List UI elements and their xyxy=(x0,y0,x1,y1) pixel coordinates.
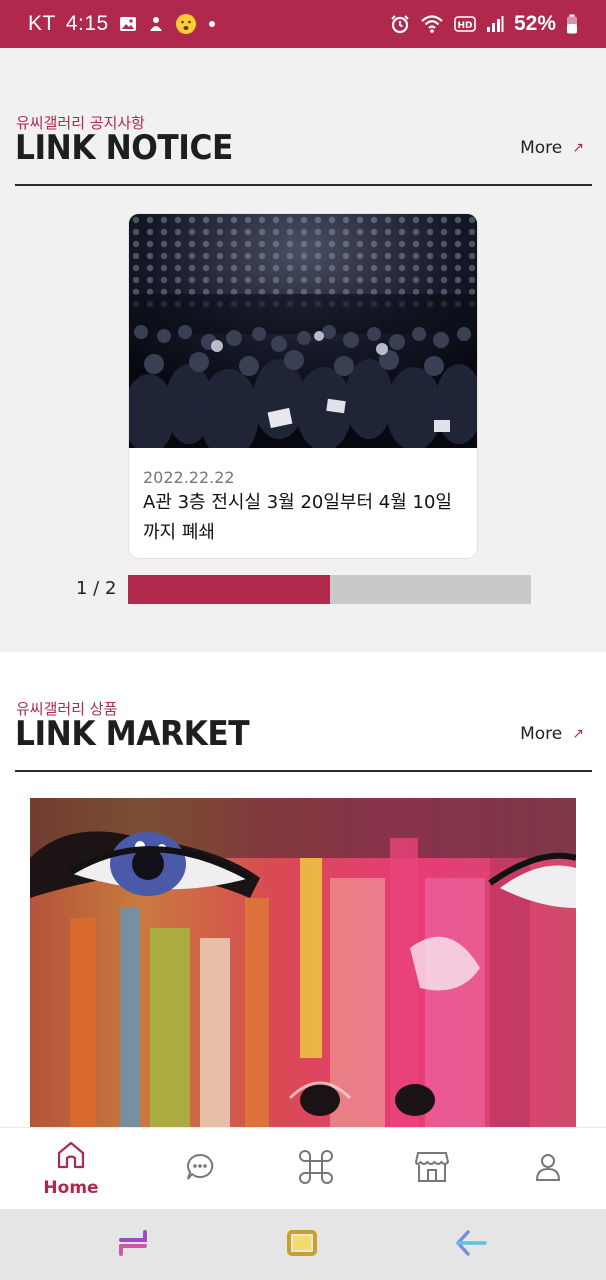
chat-icon xyxy=(185,1152,215,1187)
nav-command[interactable] xyxy=(276,1128,356,1210)
emoji-icon xyxy=(175,13,197,35)
more-label: More xyxy=(520,138,563,158)
back-button[interactable] xyxy=(451,1227,491,1263)
status-carrier: KT xyxy=(28,12,56,35)
notice-card[interactable]: 2022.22.22 A관 3층 전시실 3월 20일부터 4월 10일까지 폐… xyxy=(129,214,477,558)
market-title: LINK MARKET xyxy=(15,714,250,754)
back-arrow-icon xyxy=(454,1228,488,1263)
market-section: 유씨갤러리 상품 LINK MARKET More ↗ xyxy=(0,652,606,1128)
recents-button[interactable] xyxy=(113,1227,153,1263)
gallery-icon xyxy=(119,15,137,33)
arrow-up-right-icon: ↗ xyxy=(572,726,584,742)
notice-more-link[interactable]: More ↗ xyxy=(520,138,584,158)
nav-store[interactable] xyxy=(392,1128,472,1210)
notice-title: LINK NOTICE xyxy=(15,128,233,168)
bottom-navigation: Home xyxy=(0,1127,606,1209)
notice-card-title: A관 3층 전시실 3월 20일부터 4월 10일까지 폐쇄 xyxy=(143,492,452,543)
pager-progress-fill xyxy=(128,575,330,604)
nav-home-label: Home xyxy=(43,1177,99,1198)
signal-icon xyxy=(486,15,504,33)
status-time: 4:15 xyxy=(65,12,109,35)
hd-icon: HD xyxy=(454,16,476,32)
status-right: HD 52% xyxy=(390,12,578,36)
home-icon xyxy=(56,1141,86,1174)
user-icon xyxy=(534,1152,562,1187)
nav-chat[interactable] xyxy=(160,1128,240,1210)
graffiti-artwork-image[interactable] xyxy=(30,798,576,1128)
conference-audience-image xyxy=(129,214,477,448)
notice-divider xyxy=(15,184,592,186)
home-square-icon xyxy=(286,1229,318,1262)
recents-icon xyxy=(117,1228,149,1263)
battery-percent: 52% xyxy=(513,12,556,35)
market-more-link[interactable]: More ↗ xyxy=(520,724,584,744)
notice-date: 2022.22.22 xyxy=(143,468,235,487)
status-bar: KT 4:15 HD 52% xyxy=(0,0,606,48)
bixby-icon xyxy=(147,15,165,33)
nav-home[interactable]: Home xyxy=(31,1128,111,1210)
command-icon xyxy=(298,1149,334,1190)
more-label: More xyxy=(520,724,563,744)
nav-profile[interactable] xyxy=(508,1128,588,1210)
alarm-icon xyxy=(390,14,410,34)
status-left: KT 4:15 xyxy=(28,12,217,36)
wifi-icon xyxy=(420,14,444,34)
pager-progress-track[interactable] xyxy=(128,575,531,604)
dot-icon xyxy=(207,19,217,29)
pager-indicator: 1 / 2 xyxy=(76,578,117,599)
battery-icon xyxy=(566,14,578,34)
store-icon xyxy=(414,1150,450,1189)
arrow-up-right-icon: ↗ xyxy=(572,140,584,156)
svg-text:HD: HD xyxy=(457,21,472,31)
market-divider xyxy=(15,770,592,772)
home-system-button[interactable] xyxy=(282,1227,322,1263)
notice-section: 유씨갤러리 공지사항 LINK NOTICE More ↗ 2022.22.22… xyxy=(0,48,606,652)
system-navigation-bar xyxy=(0,1209,606,1280)
